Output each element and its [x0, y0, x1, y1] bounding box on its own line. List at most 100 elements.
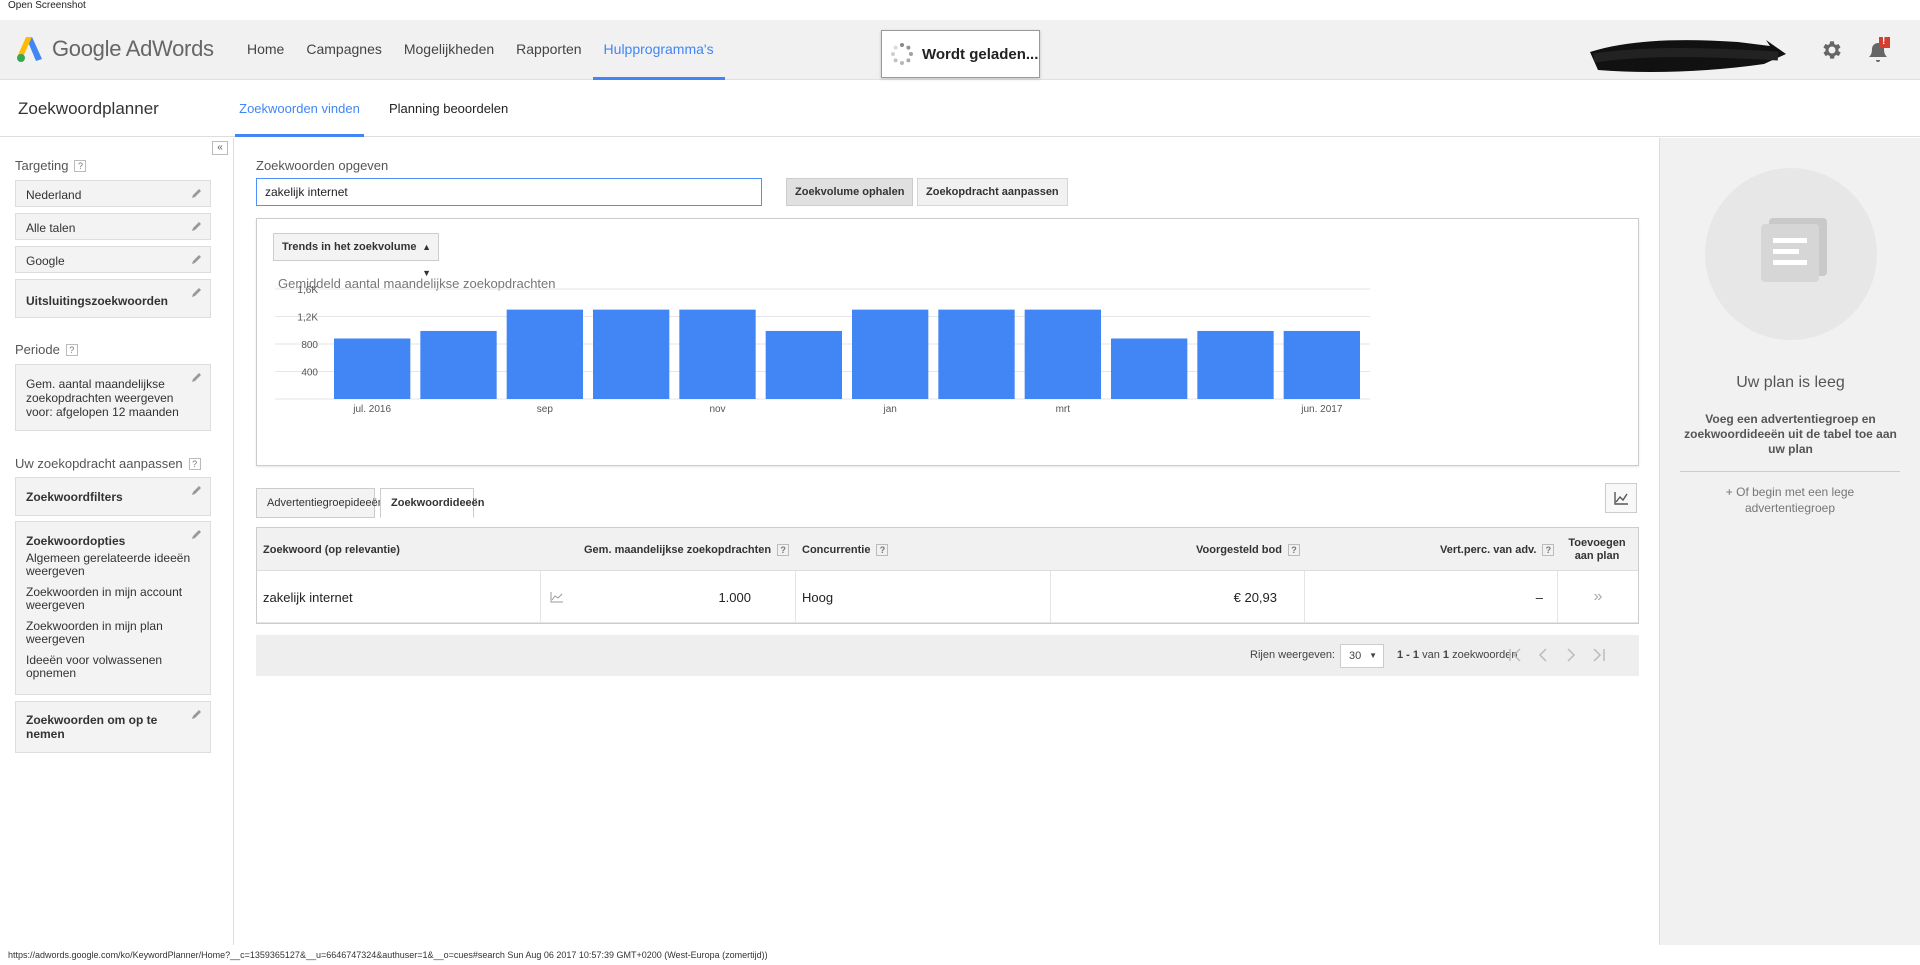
get-search-volume-button[interactable]: Zoekvolume ophalen [786, 178, 914, 206]
tab-ad-group-ideas[interactable]: Advertentiegroepideeën [256, 488, 384, 518]
period-setting[interactable]: Gem. aantal maandelijkse zoekopdrachten … [15, 364, 211, 431]
next-page-icon[interactable] [1559, 643, 1583, 667]
y-tick-label: 1,2K [297, 313, 318, 324]
bell-icon [1869, 37, 1890, 62]
pencil-icon [192, 530, 201, 539]
adwords-logo[interactable]: Google AdWords [16, 34, 214, 64]
help-icon[interactable]: ? [777, 543, 790, 556]
collapse-sidebar-button[interactable]: « [212, 141, 228, 155]
col-monthly-searches-label: Gem. maandelijkse zoekopdrachten [584, 543, 772, 556]
keyword-filters[interactable]: Zoekwoordfilters [15, 477, 211, 516]
option-account-keywords: Zoekwoorden in mijn account weergeven [26, 585, 183, 612]
tab-planning-beoordelen[interactable]: Planning beoordelen [389, 81, 508, 137]
targeting-negative-keywords[interactable]: Uitsluitingszoekwoorden [15, 279, 211, 318]
adjust-section-title: Uw zoekopdracht aanpassen ? [15, 456, 201, 471]
chart-bar[interactable] [334, 338, 411, 400]
col-keyword-label: Zoekwoord (op relevantie) [263, 543, 400, 556]
col-keyword[interactable]: Zoekwoord (op relevantie) [263, 528, 400, 571]
chart-bar[interactable] [765, 330, 842, 399]
chart-bar[interactable] [852, 309, 929, 399]
settings-gear-icon[interactable] [1820, 38, 1844, 62]
pencil-icon [192, 710, 201, 719]
cell-monthly-searches: 1.000 [718, 589, 751, 605]
trend-chart-icon[interactable] [550, 591, 564, 603]
targeting-section-title: Targeting ? [15, 158, 87, 173]
help-icon[interactable]: ? [188, 457, 201, 470]
chart-bar[interactable] [679, 309, 756, 399]
y-tick-label: 1,6K [297, 285, 318, 296]
tab-keyword-ideas[interactable]: Zoekwoordideeën [380, 488, 485, 518]
targeting-location-label: Nederland [26, 188, 82, 202]
help-icon[interactable]: ? [876, 543, 889, 556]
col-competition-label: Concurrentie [802, 543, 871, 556]
col-suggested-bid[interactable]: Voorgesteld bod ? [1196, 528, 1300, 571]
rows-per-page-select[interactable]: 30 ▼ [1340, 644, 1384, 668]
cell-suggested-bid: € 20,93 [1233, 589, 1277, 605]
chart-bar[interactable] [1283, 330, 1360, 399]
add-to-plan-button[interactable]: » [1557, 571, 1639, 623]
cell-impression-share: – [1535, 589, 1543, 605]
notifications-button[interactable]: ! [1865, 36, 1891, 64]
empty-plan-illustration [1705, 168, 1877, 340]
loading-text: Wordt geladen... [922, 45, 1039, 63]
chart-bar[interactable] [420, 330, 497, 399]
targeting-language[interactable]: Alle talen [15, 213, 211, 240]
page-title: Zoekwoordplanner [18, 99, 159, 118]
rows-per-page-value: 30 [1349, 650, 1362, 662]
targeting-location[interactable]: Nederland [15, 180, 211, 207]
cell-competition: Hoog [802, 589, 834, 605]
divider [1680, 471, 1900, 472]
keywords-to-include[interactable]: Zoekwoorden om op te nemen [15, 701, 211, 753]
page-range-prefix: 1 - 1 [1397, 649, 1420, 661]
chart-toggle-button[interactable] [1605, 483, 1637, 513]
chart-bar[interactable] [1024, 309, 1101, 399]
adjust-search-button[interactable]: Zoekopdracht aanpassen [917, 178, 1068, 206]
col-competition[interactable]: Concurrentie ? [802, 528, 889, 571]
chart-bar[interactable] [938, 309, 1015, 399]
help-icon[interactable]: ? [74, 159, 87, 172]
col-add-to-plan: Toevoegen aan plan [1567, 528, 1627, 571]
col-add-to-plan-label: Toevoegen aan plan [1568, 536, 1626, 562]
tab-zoekwoorden-vinden[interactable]: Zoekwoorden vinden [235, 81, 364, 137]
x-tick-label: nov [709, 404, 725, 415]
nav-hulpprogrammas[interactable]: Hulpprogramma's [592, 20, 725, 80]
empty-plan-description: Voeg een advertentiegroep en zoekwoordid… [1684, 412, 1897, 456]
spinner-icon [891, 43, 913, 65]
search-volume-chart: Trends in het zoekvolume ▲ ▼ Gemiddeld aa… [256, 218, 1639, 466]
adjust-title: Uw zoekopdracht aanpassen [15, 456, 183, 471]
nav-campagnes[interactable]: Campagnes [295, 20, 393, 80]
last-page-icon[interactable] [1587, 643, 1611, 667]
keywords-to-include-label: Zoekwoorden om op te nemen [26, 713, 158, 741]
keywords-input[interactable] [256, 178, 762, 206]
keyword-ideas-table: Zoekwoord (op relevantie) Gem. maandelij… [256, 527, 1639, 624]
empty-ad-group-link[interactable]: + Of begin met een lege advertentiegroep [1690, 484, 1890, 516]
table-row: zakelijk internet 1.000 Hoog € 20,93 – » [257, 571, 1638, 623]
col-monthly-searches[interactable]: Gem. maandelijkse zoekopdrachten ? [584, 528, 790, 571]
subheader: Zoekwoordplanner Zoekwoorden vinden Plan… [0, 81, 1920, 137]
status-bar-url: https://adwords.google.com/ko/KeywordPla… [0, 945, 1920, 965]
targeting-network[interactable]: Google [15, 246, 211, 273]
first-page-icon[interactable] [1503, 643, 1527, 667]
adwords-logo-icon [17, 37, 42, 62]
x-tick-label: jul. 2016 [352, 404, 391, 415]
document-icon [1761, 218, 1827, 282]
help-icon[interactable]: ? [1542, 543, 1555, 556]
keyword-options[interactable]: Zoekwoordopties Algemeen gerelateerde id… [15, 521, 211, 695]
nav-rapporten[interactable]: Rapporten [505, 20, 592, 80]
keyword-options-label: Zoekwoordopties [26, 534, 126, 548]
chart-bar[interactable] [1197, 330, 1274, 399]
period-title: Periode [15, 342, 60, 357]
rows-label: Rijen weergeven: [1250, 649, 1335, 661]
chart-bar[interactable] [506, 309, 583, 399]
previous-page-icon[interactable] [1531, 643, 1555, 667]
help-icon[interactable]: ? [65, 343, 78, 356]
chart-bar[interactable] [593, 309, 670, 399]
main-content: Zoekwoorden opgeven Zoekvolume ophalen Z… [235, 138, 1659, 945]
nav-mogelijkheden[interactable]: Mogelijkheden [393, 20, 505, 80]
chart-bar[interactable] [1111, 338, 1188, 400]
negative-keywords-label: Uitsluitingszoekwoorden [26, 294, 169, 308]
nav-home[interactable]: Home [236, 20, 295, 80]
help-icon[interactable]: ? [1287, 543, 1300, 556]
col-ad-impression-share[interactable]: Vert.perc. van adv. ? [1440, 528, 1555, 571]
x-tick-label: mrt [1056, 404, 1071, 415]
